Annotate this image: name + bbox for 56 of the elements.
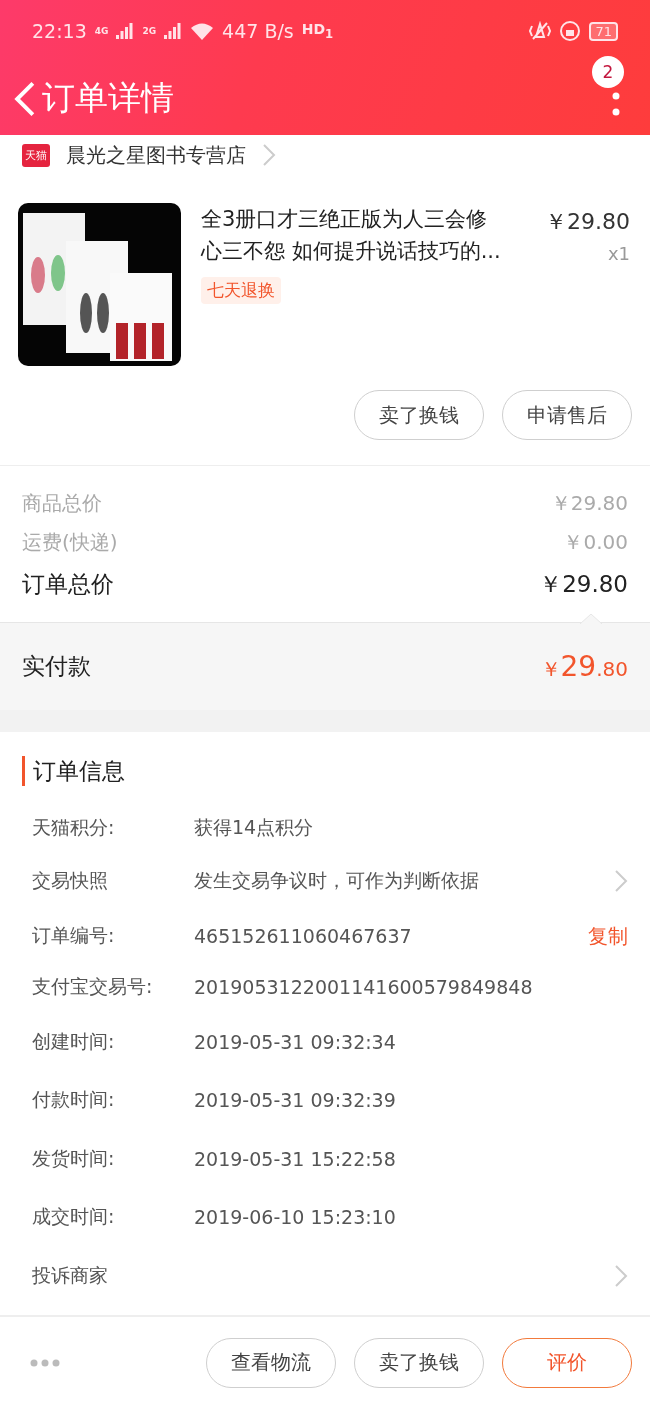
network-speed: 447 B/s	[222, 20, 294, 42]
wifi-icon	[190, 22, 215, 40]
action-button[interactable]: 申请售后	[502, 390, 632, 440]
price-value: ￥29.80	[539, 569, 628, 599]
info-label: 创建时间:	[32, 1028, 116, 1054]
network-label: 4G	[94, 26, 109, 36]
more-icon[interactable]	[612, 91, 620, 116]
info-value: 2019-05-31 09:32:34	[194, 1030, 397, 1053]
page-title: 订单详情	[42, 77, 174, 119]
action-button[interactable]: 评价	[502, 1337, 632, 1388]
paid-label: 实付款	[22, 652, 91, 681]
info-value: 2019-05-31 15:22:58	[194, 1147, 397, 1170]
action-button[interactable]: 查看物流	[206, 1337, 336, 1388]
info-label: 订单编号:	[32, 923, 116, 948]
copy-link[interactable]: 复制	[588, 922, 628, 950]
paid-amount: ￥29.80	[540, 650, 628, 683]
info-value: 发生交易争议时，可作为判断依据	[194, 868, 480, 894]
return-policy-tag: 七天退换	[201, 277, 281, 304]
vibrate-icon	[529, 21, 552, 41]
signal-icon	[116, 23, 135, 39]
battery-icon: 71	[589, 21, 618, 41]
info-label: 发货时间:	[32, 1145, 116, 1171]
info-label[interactable]: 投诉商家	[32, 1262, 194, 1289]
price-label: 订单总价	[22, 569, 114, 599]
price-value: ￥0.00	[563, 529, 628, 556]
hd-indicator: HD$_{1}$	[301, 21, 334, 41]
info-label: 天猫积分:	[32, 815, 116, 840]
product-title[interactable]: 全3册口才三绝正版为人三会修心三不怨 如何提升说话技巧的...	[201, 203, 506, 267]
info-value: 2019-05-31 09:32:39	[194, 1089, 397, 1112]
status-time: 22:13	[32, 20, 87, 42]
info-value: 465152611060467637	[194, 925, 413, 947]
price-value: ￥29.80	[550, 490, 628, 517]
info-value: 2019-06-10 15:23:10	[194, 1206, 397, 1229]
price-label: 商品总价	[22, 490, 102, 517]
info-value: 获得14点积分	[194, 815, 315, 840]
section-title: 订单信息	[22, 756, 628, 786]
chevron-icon	[614, 1263, 628, 1288]
info-label: 成交时间:	[32, 1204, 116, 1230]
action-button[interactable]: 卖了换钱	[354, 390, 484, 440]
info-label: 支付宝交易号:	[32, 974, 154, 999]
store-badge: 天猫	[22, 143, 50, 167]
info-label[interactable]: 交易快照	[32, 868, 194, 895]
chevron-icon	[262, 143, 276, 167]
chevron-icon	[614, 869, 628, 894]
notification-badge: 2	[592, 55, 624, 88]
signal-icon	[164, 23, 183, 39]
price-label: 运费(快递)	[22, 529, 118, 556]
info-label: 付款时间:	[32, 1087, 116, 1113]
product-price: ￥29.80	[545, 208, 630, 236]
product-quantity: x1	[607, 243, 630, 264]
store-name[interactable]: 晨光之星图书专营店	[66, 141, 246, 169]
rotation-lock-icon	[559, 20, 582, 42]
more-icon[interactable]	[30, 1358, 60, 1367]
info-value: 2019053122001141600579849848	[194, 976, 534, 998]
action-button[interactable]: 卖了换钱	[354, 1337, 484, 1388]
network-label: 2G	[142, 26, 157, 36]
